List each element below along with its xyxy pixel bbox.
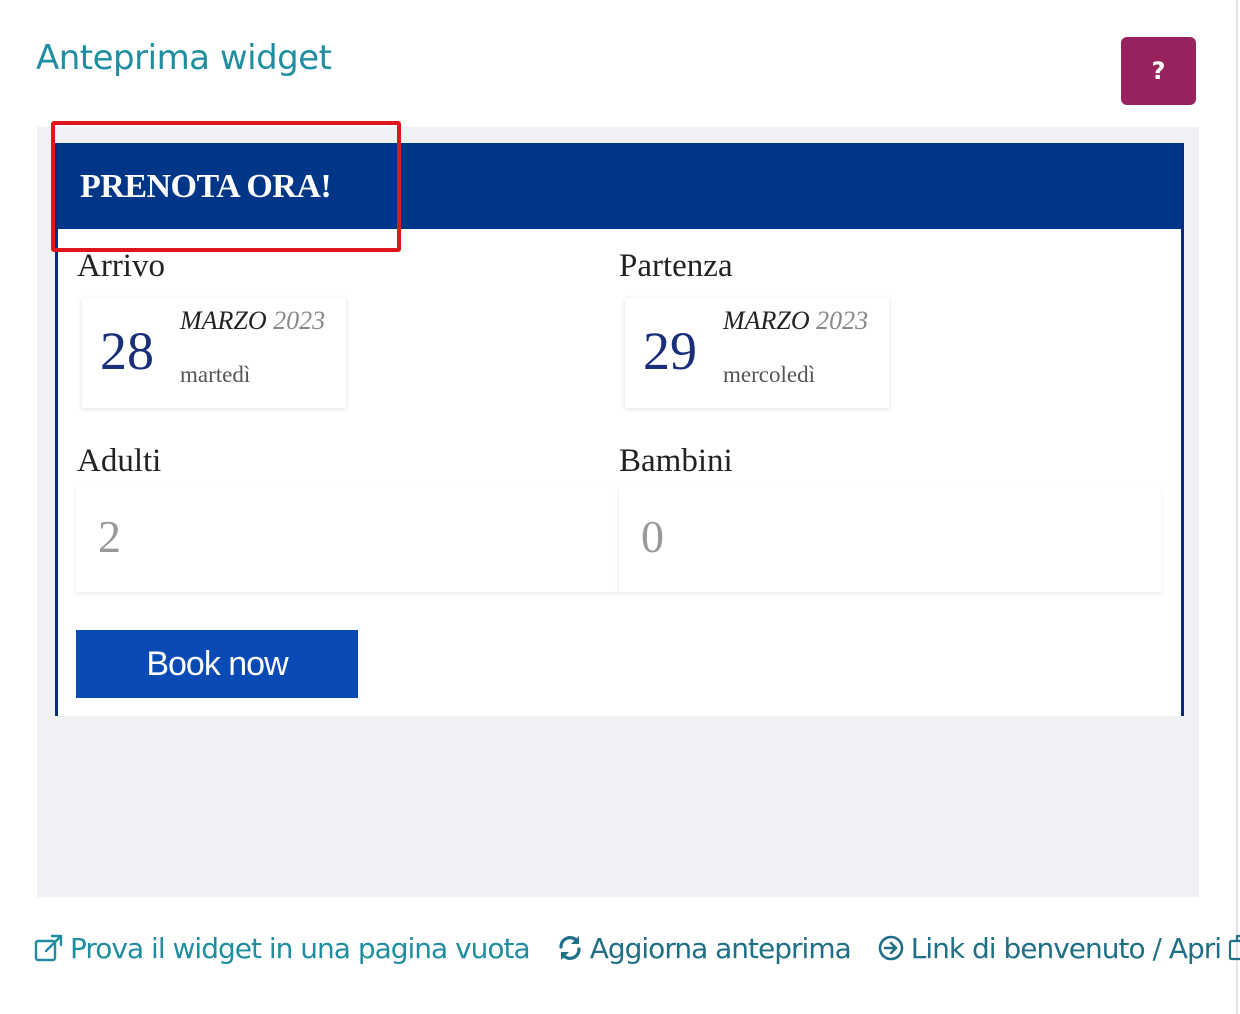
arrival-label: Arrivo — [77, 248, 165, 284]
arrival-weekday: martedì — [180, 362, 251, 387]
adults-value: 2 — [98, 511, 121, 562]
arrival-month-year: MARZO 2023 — [180, 306, 325, 336]
question-icon: ? — [1151, 57, 1166, 85]
try-widget-label: Prova il widget in una pagina vuota — [70, 931, 531, 965]
children-label: Bambini — [619, 443, 733, 479]
footer-links: Prova il widget in una pagina vuota Aggi… — [34, 928, 1240, 968]
departure-date-picker[interactable]: 29 MARZO 2023 mercoledì — [625, 298, 889, 408]
try-widget-link[interactable]: Prova il widget in una pagina vuota — [34, 931, 531, 965]
children-field[interactable]: 0 — [619, 488, 1161, 592]
welcome-link[interactable]: Link di benvenuto / Apri — [877, 932, 1240, 965]
departure-label: Partenza — [619, 248, 733, 284]
departure-month: MARZO — [723, 306, 810, 335]
departure-year: 2023 — [816, 306, 869, 335]
widget-header: PRENOTA ORA! — [58, 143, 1181, 229]
help-button[interactable]: ? — [1121, 37, 1196, 105]
book-now-button[interactable]: Book now — [76, 630, 358, 698]
panel-right-border — [1236, 0, 1238, 1014]
panel-title: Anteprima widget — [36, 38, 332, 78]
arrival-year: 2023 — [273, 306, 326, 335]
departure-month-year: MARZO 2023 — [723, 306, 868, 336]
children-value: 0 — [641, 511, 664, 562]
arrival-day: 28 — [100, 321, 154, 381]
refresh-preview-label: Aggiorna anteprima — [589, 931, 852, 965]
refresh-icon — [556, 934, 584, 962]
departure-weekday: mercoledì — [723, 362, 815, 387]
external-link-icon — [34, 934, 64, 962]
copy-icon[interactable] — [1227, 933, 1240, 963]
arrival-month: MARZO — [180, 306, 267, 335]
adults-field[interactable]: 2 — [76, 488, 618, 592]
widget-title: PRENOTA ORA! — [80, 168, 332, 205]
welcome-link-label: Link di benvenuto / Apri — [910, 931, 1222, 965]
arrow-circle-right-icon — [877, 934, 905, 962]
departure-day: 29 — [643, 321, 697, 381]
refresh-preview-link[interactable]: Aggiorna anteprima — [556, 931, 852, 965]
arrival-date-picker[interactable]: 28 MARZO 2023 martedì — [82, 298, 346, 408]
adults-label: Adulti — [77, 443, 162, 479]
